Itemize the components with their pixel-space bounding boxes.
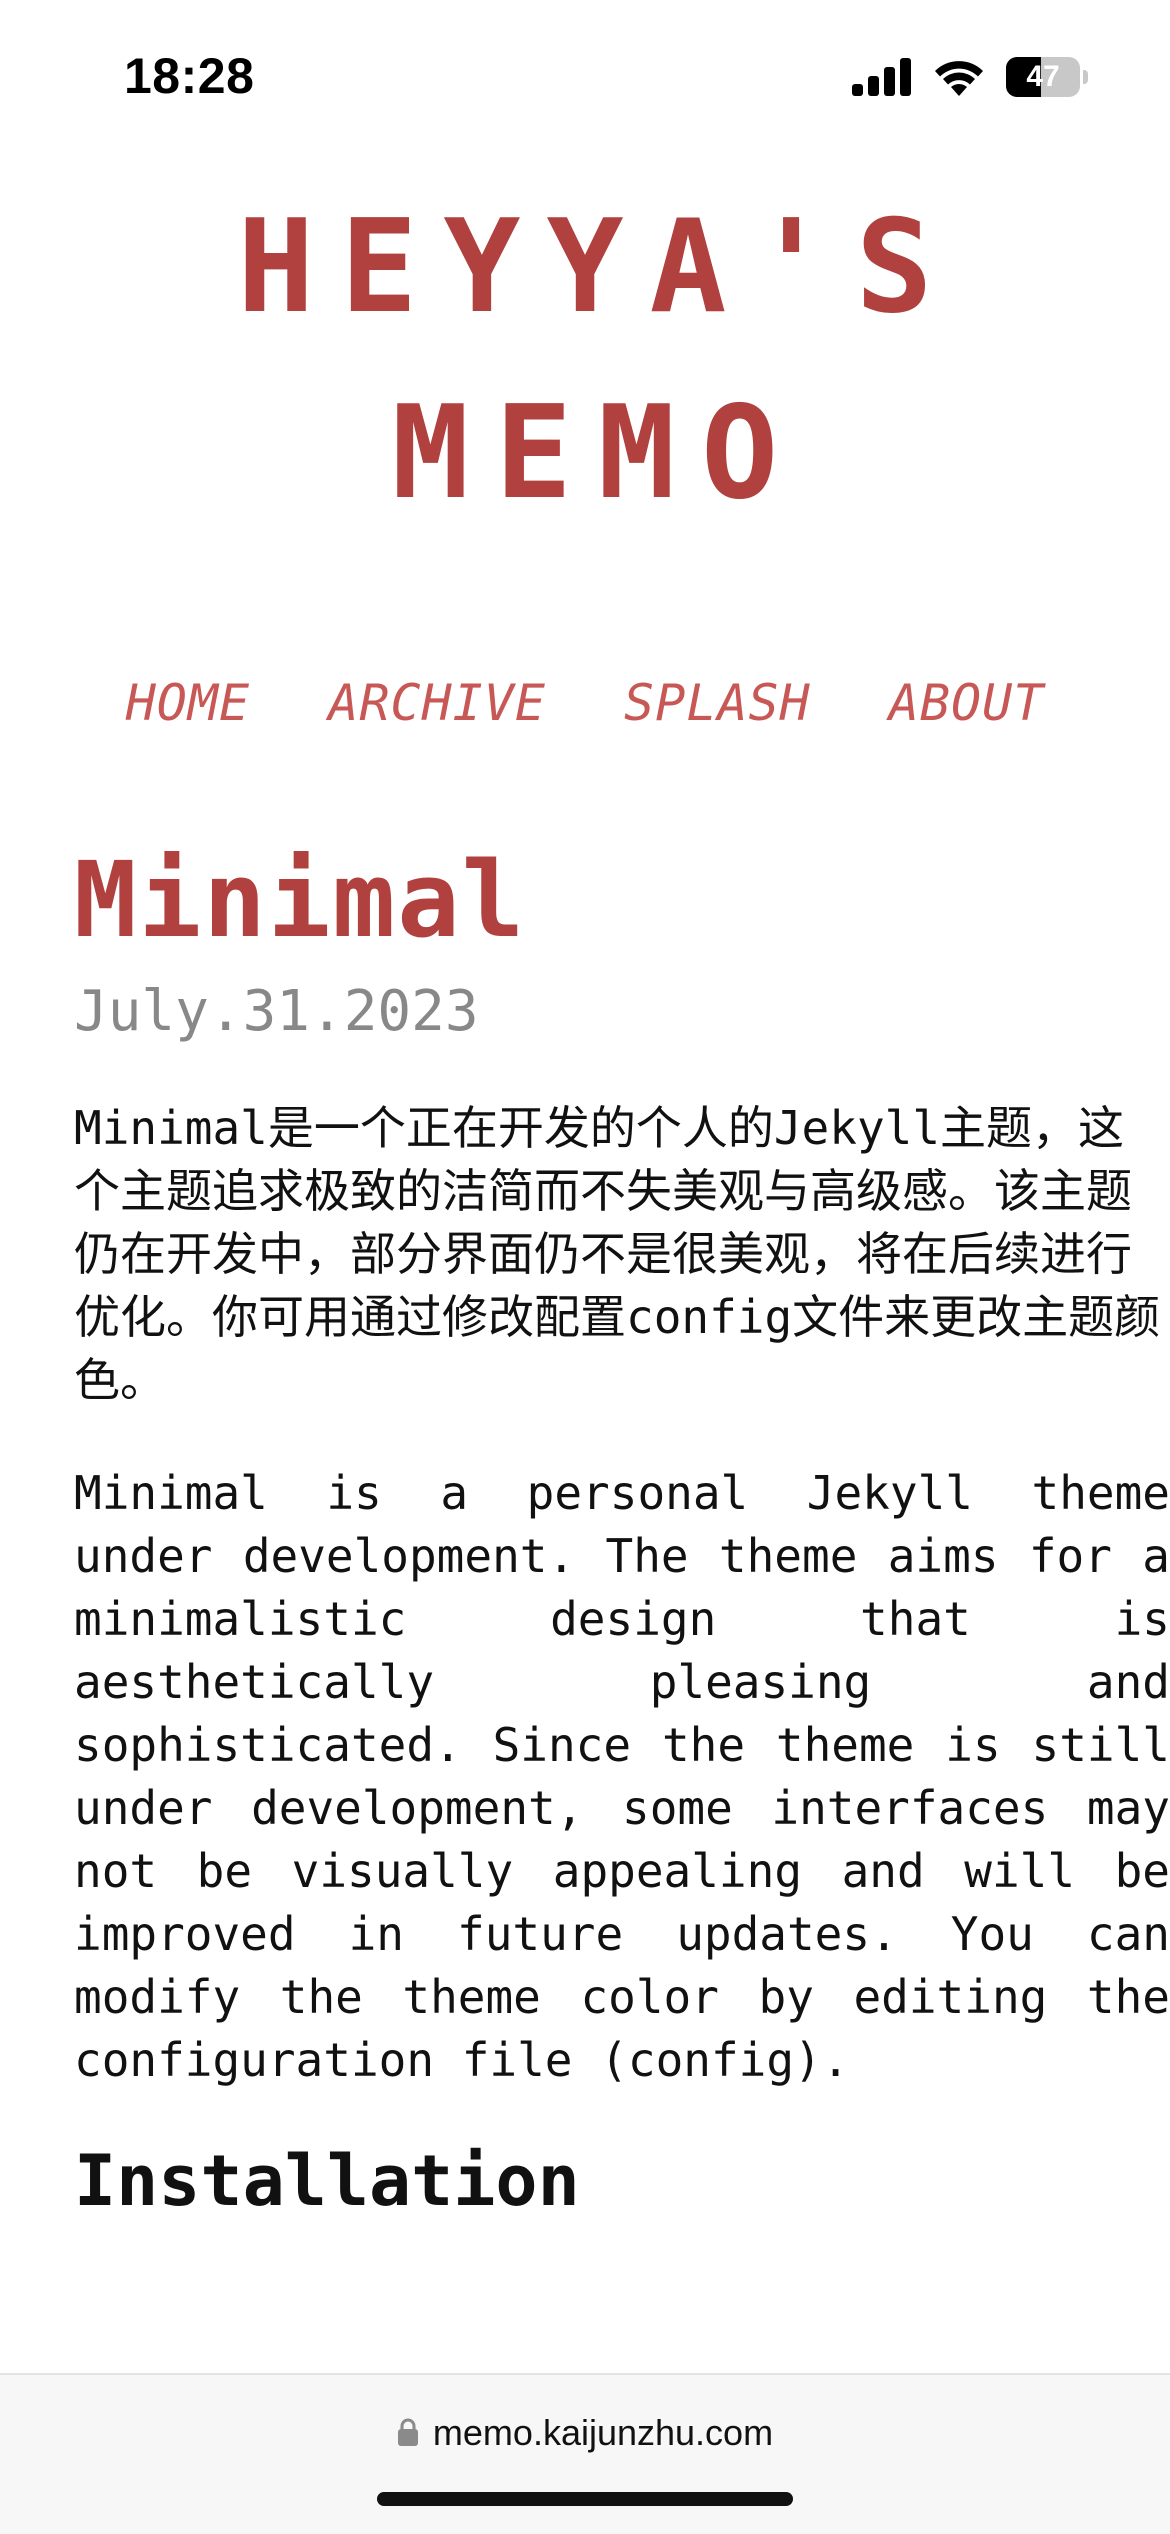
url-display[interactable]: memo.kaijunzhu.com: [0, 2409, 1170, 2457]
post-article: Minimal July.31.2023 Minimal是一个正在开发的个人的J…: [74, 835, 1170, 2226]
battery-level: 47: [1026, 60, 1060, 93]
site-title-line-1[interactable]: HEYYA'S: [0, 175, 1170, 361]
nav-splash-link[interactable]: SPLASH: [624, 674, 811, 732]
status-bar: 18:28 47: [0, 0, 1170, 150]
post-date: July.31.2023: [74, 979, 479, 1044]
section-heading-installation: Installation: [74, 2140, 580, 2222]
wifi-icon: [935, 61, 983, 96]
site-title[interactable]: HEYYA'S MEMO: [0, 175, 1170, 547]
main-nav: HOME ARCHIVE SPLASH ABOUT: [0, 668, 1170, 738]
lock-icon: [397, 2419, 418, 2447]
nav-archive-link[interactable]: ARCHIVE: [328, 674, 546, 732]
post-paragraph-chinese: Minimal是一个正在开发的个人的Jekyll主题，这个主题追求极致的洁简而不…: [74, 1101, 1161, 1407]
battery-icon: 47: [1006, 57, 1088, 97]
url-text[interactable]: memo.kaijunzhu.com: [433, 2412, 773, 2453]
status-time: 18:28: [124, 48, 255, 104]
home-indicator[interactable]: [377, 2492, 793, 2506]
site-title-line-2[interactable]: MEMO: [0, 361, 1170, 547]
nav-about-link[interactable]: ABOUT: [889, 674, 1045, 732]
battery-cap: [1083, 70, 1088, 84]
post-title: Minimal: [74, 839, 527, 961]
browser-address-bar[interactable]: memo.kaijunzhu.com: [0, 2373, 1170, 2534]
post-paragraph-english: Minimal is a personal Jekyll theme under…: [74, 1466, 1170, 2087]
nav-home-link[interactable]: HOME: [126, 674, 250, 732]
cellular-signal-icon: [852, 58, 911, 96]
battery-body: 47: [1006, 57, 1080, 97]
